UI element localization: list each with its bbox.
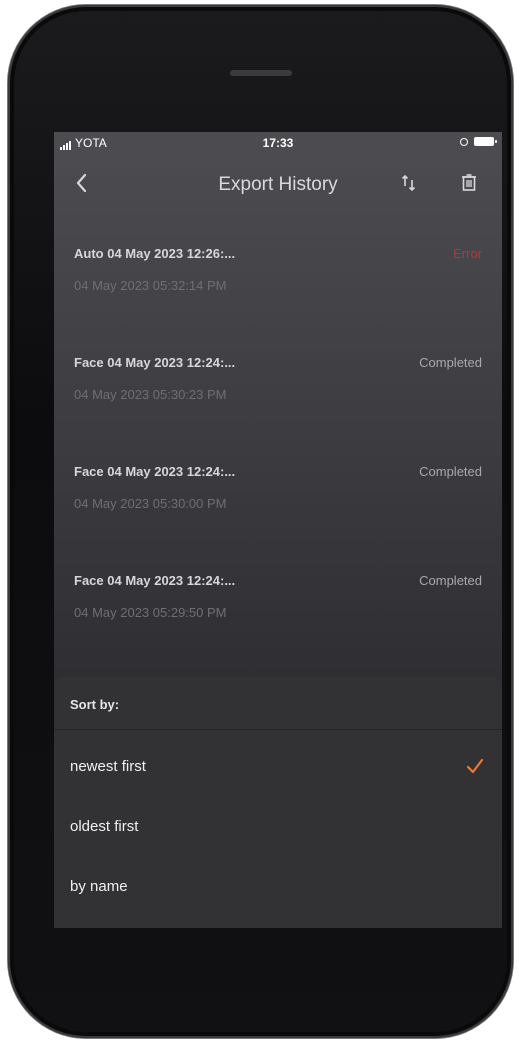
checkmark-icon	[466, 758, 484, 774]
status-time: 17:33	[262, 136, 294, 150]
export-title: Auto 04 May 2023 12:26:...	[74, 246, 236, 261]
export-title: Face 04 May 2023 12:24:...	[74, 464, 236, 479]
export-row[interactable]: Face 04 May 2023 12:24:... Completed 04 …	[54, 549, 502, 658]
export-date: 04 May 2023 05:30:23 PM	[74, 387, 227, 402]
delete-all-button[interactable]	[454, 168, 484, 198]
app-screen: YOTA 17:33 Export History Auto 04 May 20…	[54, 132, 502, 928]
sort-button[interactable]	[394, 168, 424, 198]
export-history-list: Auto 04 May 2023 12:26:... Error 04 May …	[54, 222, 502, 658]
phone-frame: YOTA 17:33 Export History Auto 04 May 20…	[8, 5, 513, 1038]
export-status: Completed	[419, 464, 482, 479]
export-row[interactable]: Auto 04 May 2023 12:26:... Error 04 May …	[54, 222, 502, 331]
export-status: Error	[453, 246, 482, 261]
status-right	[460, 137, 497, 146]
export-status: Completed	[419, 573, 482, 588]
sort-option-oldest[interactable]: oldest first	[54, 799, 502, 857]
export-date: 04 May 2023 05:30:00 PM	[74, 496, 227, 511]
sort-option-label: by name	[70, 878, 128, 895]
earpiece-speaker	[230, 70, 292, 76]
export-row[interactable]: Face 04 May 2023 12:24:... Completed 04 …	[54, 331, 502, 440]
sort-option-label: oldest first	[70, 818, 139, 835]
status-bar: YOTA 17:33	[54, 132, 502, 154]
page-title: Export History	[218, 174, 338, 195]
battery-icon	[474, 137, 497, 146]
sort-sheet: Sort by: newest first oldest first by na…	[54, 677, 502, 928]
export-status: Completed	[419, 355, 482, 370]
sort-sheet-header: Sort by:	[54, 677, 502, 730]
export-date: 04 May 2023 05:32:14 PM	[74, 278, 227, 293]
export-title: Face 04 May 2023 12:24:...	[74, 573, 236, 588]
sort-sheet-title: Sort by:	[70, 697, 120, 712]
trash-icon	[462, 174, 476, 191]
sort-arrows-icon	[401, 174, 416, 192]
navigation-bar: Export History	[54, 162, 502, 206]
export-title: Face 04 May 2023 12:24:...	[74, 355, 236, 370]
export-row[interactable]: Face 04 May 2023 12:24:... Completed 04 …	[54, 440, 502, 549]
sort-option-newest[interactable]: newest first	[54, 739, 502, 797]
export-date: 04 May 2023 05:29:50 PM	[74, 605, 227, 620]
sort-option-by-name[interactable]: by name	[54, 859, 502, 917]
sort-option-label: newest first	[70, 758, 146, 775]
orientation-lock-icon	[460, 137, 468, 146]
